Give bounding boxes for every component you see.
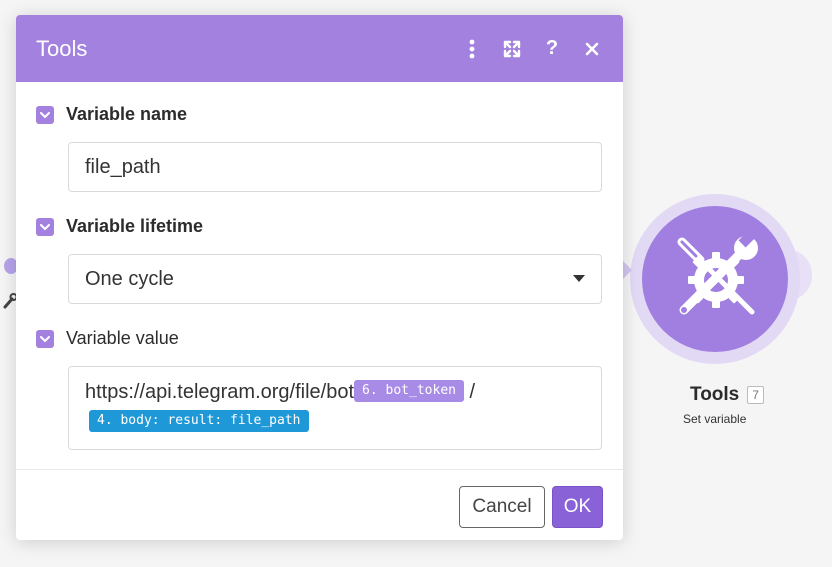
- mapped-value-pill[interactable]: 6. bot_token: [354, 379, 464, 402]
- node-subtitle: Set variable: [683, 412, 747, 426]
- node-title-text: Tools: [690, 384, 740, 405]
- variable-value-label-row: Variable value: [36, 328, 179, 349]
- tools-node[interactable]: Tools 7 Set variable: [616, 190, 826, 430]
- dialog-title: Tools: [36, 35, 88, 61]
- variable-value-separator: /: [469, 381, 476, 403]
- variable-lifetime-select[interactable]: One cycle: [68, 254, 602, 304]
- ok-button[interactable]: OK: [552, 486, 603, 528]
- help-icon[interactable]: ?: [541, 37, 563, 60]
- variable-value-input[interactable]: https://api.telegram.org/file/bot 6. bot_…: [68, 366, 602, 450]
- tools-icon: [677, 230, 758, 315]
- node-title: Tools 7: [690, 384, 764, 406]
- node-circle[interactable]: [642, 206, 788, 352]
- dialog-header: Tools ?: [16, 15, 623, 82]
- scenario-canvas: Tools 7 Set variable Tools ? Variable na…: [0, 0, 832, 567]
- variable-lifetime-label-row: Variable lifetime: [36, 216, 203, 237]
- variable-name-label-row: Variable name: [36, 104, 187, 125]
- close-icon[interactable]: [581, 38, 603, 60]
- variable-value-label: Variable value: [66, 328, 179, 348]
- chevron-down-icon[interactable]: [36, 329, 54, 348]
- module-settings-dialog: Tools ? Variable name file_path Variable…: [16, 15, 623, 540]
- variable-value-text: https://api.telegram.org/file/bot: [85, 381, 355, 403]
- dropdown-arrow-icon: [573, 275, 585, 282]
- variable-name-input[interactable]: file_path: [68, 142, 602, 192]
- variable-name-label: Variable name: [66, 104, 188, 124]
- variable-lifetime-label: Variable lifetime: [66, 216, 204, 236]
- cancel-button[interactable]: Cancel: [459, 486, 545, 528]
- chevron-down-icon[interactable]: [36, 105, 54, 124]
- chevron-down-icon[interactable]: [36, 217, 54, 236]
- more-vertical-icon[interactable]: [461, 38, 483, 60]
- header-actions: ?: [461, 37, 603, 60]
- mapped-value-pill[interactable]: 4. body: result: file_path: [89, 409, 309, 432]
- node-id-badge: 7: [747, 386, 764, 404]
- variable-lifetime-selected: One cycle: [85, 267, 174, 290]
- expand-icon[interactable]: [501, 38, 523, 60]
- dialog-footer: Cancel OK: [16, 469, 623, 540]
